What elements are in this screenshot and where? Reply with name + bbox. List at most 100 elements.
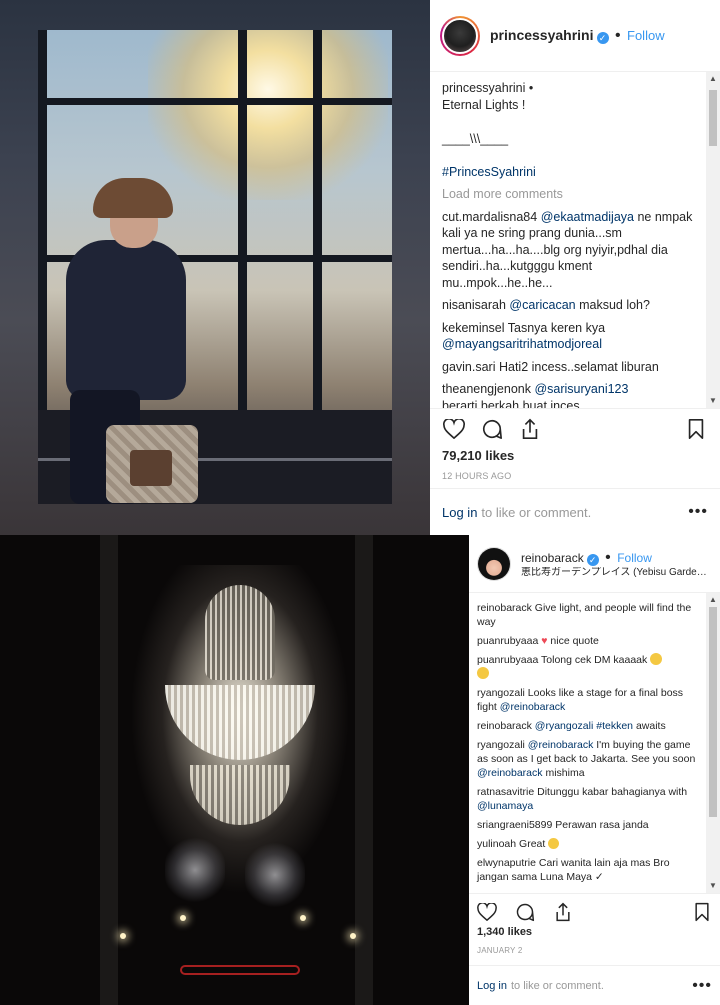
bookmark-icon[interactable] (684, 417, 708, 441)
comment-user[interactable]: ratnasavitrie (477, 786, 534, 798)
caption-deco: ____\\\____ (442, 132, 509, 146)
comment-user[interactable]: reinobarack (477, 720, 532, 732)
comment-user[interactable]: kekeminsel (442, 321, 505, 335)
comments-scrollbar[interactable]: ▲ ▼ (706, 593, 720, 893)
comment-user[interactable]: yulinoah (477, 838, 516, 850)
window-frame (313, 30, 322, 434)
more-options-icon[interactable]: ••• (692, 977, 712, 995)
scrollbar-thumb[interactable] (709, 607, 717, 817)
comment: ratnasavitrie Ditunggu kabar bahagianya … (477, 785, 698, 813)
post-timestamp[interactable]: 12 hours ago (442, 471, 511, 481)
caption-hashtag[interactable]: #PrincesSyahrini (442, 164, 696, 181)
floor-lamp (300, 915, 306, 921)
follow-button[interactable]: Follow (617, 551, 652, 565)
scroll-down-icon[interactable]: ▼ (706, 879, 720, 893)
post-1-photo[interactable] (38, 30, 392, 504)
caption: princessyahrini • Eternal Lights ! ____\… (442, 80, 696, 180)
follow-button[interactable]: Follow (627, 28, 665, 43)
comment-user[interactable]: gavin.sari (442, 360, 496, 374)
comment-user[interactable]: nisanisarah (442, 298, 506, 312)
comment-text: mishima (542, 767, 585, 779)
comment-text: berarti berkah buat inces.. (442, 398, 587, 409)
comments-list: reinobarack Give light, and people will … (469, 601, 706, 893)
comment: reinobarack @ryangozali #tekken awaits (477, 719, 698, 733)
comment-user[interactable]: puanrubyaaa (477, 654, 538, 666)
comment-mention[interactable]: @reinobarack (477, 767, 543, 779)
comment: puanrubyaaa Tolong cek DM kaaaak (477, 653, 698, 681)
hall-pillar (355, 535, 373, 1005)
comment-mention[interactable]: @reinobarack (528, 739, 594, 751)
more-options-icon[interactable]: ••• (688, 503, 708, 521)
post-2-sidebar: reinobarack ✓ • Follow 恵比寿ガーデンプレイス (Yebis… (469, 535, 720, 1005)
floor-lamp (350, 933, 356, 939)
comment-text: Great (519, 838, 546, 850)
comment-hashtag[interactable]: #tekken (596, 720, 633, 732)
post-1-sidebar: princessyahrini ✓ • Follow princessyahrin… (430, 0, 720, 535)
comment-bubble-icon[interactable] (480, 417, 504, 441)
username[interactable]: princessyahrini (490, 27, 594, 43)
comment-text: Perawan rasa janda (555, 819, 649, 831)
share-icon[interactable] (518, 417, 542, 441)
comment-user[interactable]: theanengjenonk (442, 382, 531, 396)
load-more-comments[interactable]: Load more comments (442, 186, 696, 203)
comment-mention[interactable]: @lunamaya (477, 800, 533, 812)
comment-user[interactable]: ryangozali (477, 687, 525, 699)
comment: kekeminsel Tasnya keren kya @mayangsarit… (442, 320, 696, 353)
comments-scrollbar[interactable]: ▲ ▼ (706, 72, 720, 408)
avatar[interactable] (440, 15, 480, 56)
heart-emoji-icon: ♥ (541, 635, 548, 647)
chandelier-top (205, 585, 275, 680)
hall-pillar (100, 535, 118, 1005)
comment-user[interactable]: elwynaputrie (477, 857, 536, 869)
comment-user[interactable]: reinobarack (477, 602, 532, 614)
post-1-image-area (0, 0, 430, 535)
post-2-photo[interactable] (0, 535, 469, 1005)
scroll-up-icon[interactable]: ▲ (706, 72, 720, 86)
comment-user[interactable]: puanrubyaaa (477, 635, 538, 647)
login-prompt: to like or comment. (510, 979, 604, 992)
comment: nisanisarah @caricacan maksud loh? (442, 297, 696, 314)
comment: reinobarack Give light, and people will … (477, 601, 698, 629)
scrollbar-thumb[interactable] (709, 90, 717, 146)
like-heart-icon[interactable] (442, 417, 466, 441)
bookmark-icon[interactable] (690, 900, 714, 924)
likes-count[interactable]: 79,210 likes (442, 448, 514, 463)
verified-badge-icon: ✓ (586, 553, 599, 566)
scroll-up-icon[interactable]: ▲ (706, 593, 720, 607)
comment-user[interactable]: ryangozali (477, 739, 525, 751)
comment-mention[interactable]: @ryangozali (535, 720, 594, 732)
login-link[interactable]: Log in (442, 505, 477, 520)
comment-mention[interactable]: @caricacan (509, 298, 575, 312)
comment-text: Hati2 incess..selamat liburan (498, 359, 659, 374)
avatar[interactable] (477, 546, 511, 581)
comment: puanrubyaaa ♥ nice quote (477, 634, 698, 648)
login-bar: Log in to like or comment. ••• (430, 488, 720, 535)
sad-emoji-icon (477, 667, 489, 679)
floor-lamp (180, 915, 186, 921)
login-link[interactable]: Log in (477, 980, 507, 992)
comment-text: Ditunggu kabar bahagianya with (537, 786, 688, 798)
comment-mention[interactable]: @sarisuryani123 (534, 382, 628, 396)
comment-mention[interactable]: @mayangsaritrihatmodjoreal (442, 337, 602, 351)
like-heart-icon[interactable] (475, 900, 499, 924)
username[interactable]: reinobarack (521, 551, 584, 565)
window-frame (38, 98, 392, 105)
caption-user[interactable]: princessyahrini • (442, 80, 696, 97)
comments-list: princessyahrini • Eternal Lights ! ____\… (430, 80, 706, 408)
verified-badge-icon: ✓ (596, 31, 609, 44)
lit-tree (165, 835, 225, 905)
comment: sriangraeni5899 Perawan rasa janda (477, 818, 698, 832)
comment: ryangozali @reinobarack I'm buying the g… (477, 738, 698, 780)
caption-text: Eternal Lights ! (442, 97, 526, 112)
likes-count[interactable]: 1,340 likes (477, 926, 532, 938)
comment-user[interactable]: sriangraeni5899 (477, 819, 552, 831)
share-icon[interactable] (551, 900, 575, 924)
location-link[interactable]: 恵比寿ガーデンプレイス (Yebisu Garden ... (521, 567, 711, 579)
comment-text: Tolong cek DM kaaaak (541, 654, 648, 666)
comment-bubble-icon[interactable] (513, 900, 537, 924)
comment-user[interactable]: cut.mardalisna84 (442, 210, 537, 224)
comment-mention[interactable]: @ekaatmadijaya (541, 210, 634, 224)
scroll-down-icon[interactable]: ▼ (706, 394, 720, 408)
post-timestamp[interactable]: January 2 (477, 946, 523, 955)
comment-mention[interactable]: @reinobarack (500, 701, 566, 713)
